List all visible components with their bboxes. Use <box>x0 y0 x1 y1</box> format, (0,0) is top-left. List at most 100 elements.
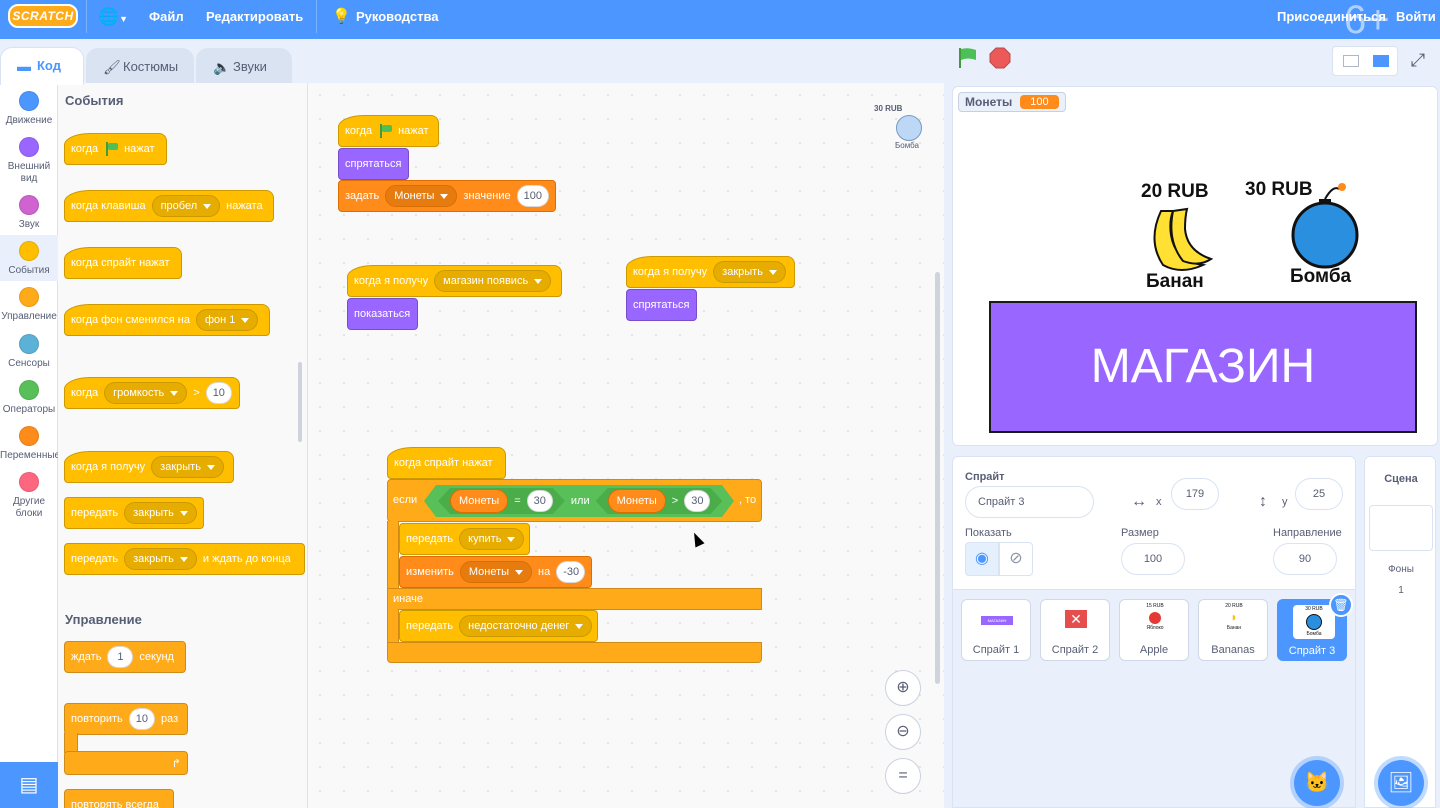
category-motion[interactable]: Движение <box>0 91 58 127</box>
category-sensing[interactable]: Сенсоры <box>0 334 58 370</box>
variable-dropdown[interactable]: Монеты <box>385 185 458 207</box>
number-input[interactable]: 10 <box>205 382 232 404</box>
size-input[interactable]: 100 <box>1121 543 1185 575</box>
block-when-flag-clicked[interactable]: когда нажат <box>64 133 167 165</box>
key-dropdown[interactable]: пробел <box>151 195 221 217</box>
sprite-tile[interactable]: 20 RUB ◗ Банан Bananas <box>1198 599 1268 661</box>
script1-set-variable-block[interactable]: задать Монеты значение 100 <box>338 180 556 212</box>
workspace-scrollbar[interactable] <box>935 272 940 684</box>
category-sound[interactable]: Звук <box>0 195 58 231</box>
script2-show-block[interactable]: показаться <box>347 298 418 330</box>
message-dropdown[interactable]: магазин появись <box>434 270 552 292</box>
number-input[interactable]: 30 <box>527 490 553 512</box>
zoom-out-button[interactable]: ⊖ <box>885 714 921 750</box>
monitor-value: 100 <box>1020 95 1059 109</box>
script3-when-i-receive[interactable]: когда я получу закрыть <box>626 256 795 288</box>
lightbulb-icon[interactable]: 💡 <box>332 0 351 39</box>
message-dropdown[interactable]: закрыть <box>124 502 197 524</box>
language-globe-icon[interactable]: 🌐▼ <box>98 0 128 39</box>
message-dropdown[interactable]: закрыть <box>713 261 786 283</box>
script1-when-flag-clicked[interactable]: когда нажат <box>338 115 439 147</box>
category-events[interactable]: События <box>0 235 58 281</box>
number-input[interactable]: -30 <box>556 561 585 583</box>
tab-costumes[interactable]: 🖌 Костюмы <box>86 48 194 84</box>
x-input[interactable]: 179 <box>1171 478 1219 510</box>
number-input[interactable]: 1 <box>107 646 134 668</box>
sprite-tile[interactable]: МАГАЗИН Спрайт 1 <box>961 599 1031 661</box>
message-dropdown[interactable]: закрыть <box>151 456 224 478</box>
block-when-i-receive[interactable]: когда я получу закрыть <box>64 451 234 483</box>
block-repeat[interactable]: повторить 10 раз <box>64 703 188 735</box>
scratch-logo[interactable]: SCRATCH <box>8 4 78 28</box>
category-operators[interactable]: Операторы <box>0 380 58 416</box>
block-broadcast[interactable]: передать закрыть <box>64 497 204 529</box>
block-broadcast-and-wait[interactable]: передать закрыть и ждать до конца <box>64 543 305 575</box>
palette-scrollbar[interactable] <box>298 362 302 442</box>
script2-when-i-receive[interactable]: когда я получу магазин появись <box>347 265 562 297</box>
message-dropdown[interactable]: недостаточно денег <box>459 615 593 637</box>
variable-reporter[interactable]: Монеты <box>450 489 508 513</box>
choose-sprite-button[interactable]: 🐱 <box>1294 760 1340 806</box>
block-when-loudness[interactable]: когда громкость >10 <box>64 377 240 409</box>
show-hidden-button[interactable]: ⊘ <box>999 542 1033 576</box>
tab-code[interactable]: ▬ Код <box>0 47 84 85</box>
delete-sprite-trash-icon[interactable]: 🗑 <box>1329 593 1353 617</box>
script3-hide-block[interactable]: спрятаться <box>626 289 697 321</box>
block-when-key-pressed[interactable]: когда клавиша пробел нажата <box>64 190 274 222</box>
menu-separator <box>86 0 87 33</box>
sprite-tile[interactable]: 15 RUB Яблоко Apple <box>1119 599 1189 661</box>
sprite-info-panel: Спрайт Спрайт 3 ↔ x 179 ↕ y 25 Показать … <box>952 456 1356 808</box>
block-when-sprite-clicked[interactable]: когда спрайт нажат <box>64 247 182 279</box>
variable-dropdown[interactable]: Монеты <box>459 561 533 583</box>
message-dropdown[interactable]: закрыть <box>124 548 197 570</box>
variable-reporter[interactable]: Монеты <box>608 489 666 513</box>
category-control[interactable]: Управление <box>0 287 58 323</box>
backdrop-dropdown[interactable]: фон 1 <box>196 309 259 331</box>
choose-backdrop-button[interactable]: 🖼 <box>1378 760 1424 806</box>
backdrop-thumbnail[interactable] <box>1369 505 1433 551</box>
block-text: передать <box>406 620 454 632</box>
green-flag-button[interactable] <box>956 46 984 74</box>
tab-sounds[interactable]: 🔈 Звуки <box>196 48 292 84</box>
sensor-dropdown[interactable]: громкость <box>104 382 188 404</box>
broadcast-no-money-block[interactable]: передать недостаточно денег <box>399 610 598 642</box>
show-visible-button[interactable]: ◉ <box>965 542 999 576</box>
script4-when-sprite-clicked[interactable]: когда спрайт нажат <box>387 447 506 479</box>
greater-than-condition[interactable]: Монеты >30 <box>596 488 723 514</box>
add-extension-button[interactable]: ▤ <box>0 762 58 808</box>
small-stage-icon[interactable] <box>1343 55 1359 67</box>
stop-button[interactable] <box>988 46 1016 74</box>
file-menu[interactable]: Файл <box>149 0 184 39</box>
message-dropdown[interactable]: купить <box>459 528 525 550</box>
category-looks[interactable]: Внешний вид <box>0 137 58 185</box>
number-input[interactable]: 10 <box>128 708 155 730</box>
equals-condition[interactable]: Монеты = 30 <box>438 488 565 514</box>
sign-in-link[interactable]: Войти <box>1396 0 1436 39</box>
block-wait-seconds[interactable]: ждать 1 секунд <box>64 641 186 673</box>
category-my-blocks[interactable]: Другие блоки <box>0 472 58 520</box>
zoom-reset-button[interactable]: = <box>885 758 921 794</box>
tutorials-menu[interactable]: Руководства <box>356 0 439 39</box>
zoom-in-button[interactable]: ⊕ <box>885 670 921 706</box>
large-stage-icon[interactable] <box>1373 55 1389 67</box>
change-variable-block[interactable]: изменить Монеты на -30 <box>399 556 592 588</box>
edit-menu[interactable]: Редактировать <box>206 0 303 39</box>
sprite-name-input[interactable]: Спрайт 3 <box>965 486 1094 518</box>
number-input[interactable]: 100 <box>516 185 549 207</box>
stage-selector[interactable]: Сцена Фоны 1 <box>1364 456 1436 808</box>
block-forever[interactable]: повторять всегда <box>64 789 174 808</box>
stage-canvas[interactable]: Монеты 100 20 RUB Банан 30 RUB Бомба МАГА… <box>952 86 1438 446</box>
script1-hide-block[interactable]: спрятаться <box>338 148 409 180</box>
fullscreen-icon[interactable]: ⤢ <box>1402 46 1434 76</box>
or-condition[interactable]: Монеты = 30 или Монеты >30 <box>424 485 734 517</box>
block-when-backdrop-switches[interactable]: когда фон сменился на фон 1 <box>64 304 270 336</box>
operators-dot-icon <box>19 380 39 400</box>
number-input[interactable]: 30 <box>684 490 710 512</box>
y-input[interactable]: 25 <box>1295 478 1343 510</box>
sprite-tile[interactable]: ✕ Спрайт 2 <box>1040 599 1110 661</box>
stage-size-toggle[interactable] <box>1332 46 1398 76</box>
direction-input[interactable]: 90 <box>1273 543 1337 575</box>
block-text: когда <box>71 387 99 399</box>
category-variables[interactable]: Переменные <box>0 426 60 462</box>
broadcast-buy-block[interactable]: передать купить <box>399 523 530 555</box>
